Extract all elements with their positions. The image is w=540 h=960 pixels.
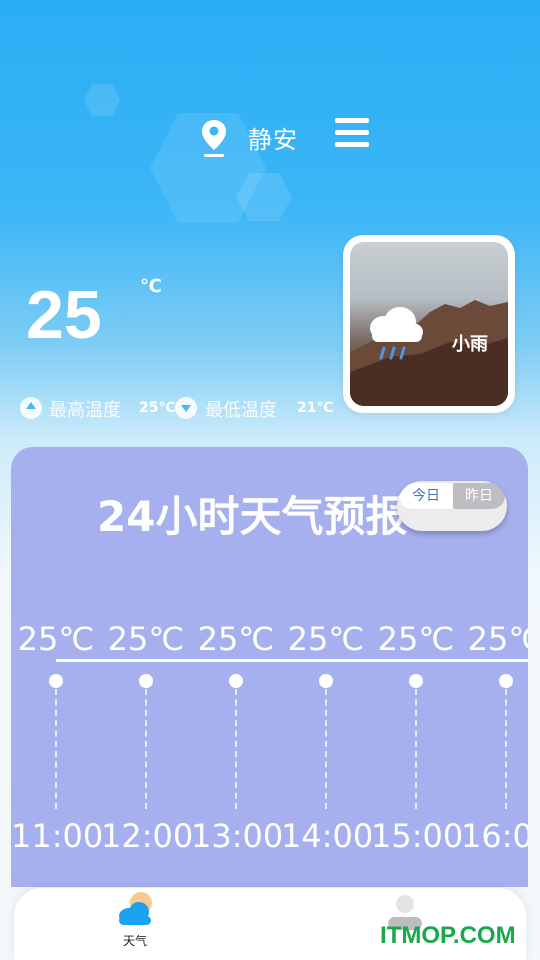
- location-header: 静安: [0, 112, 540, 162]
- menu-icon[interactable]: [335, 118, 369, 148]
- tab-weather[interactable]: 天气: [110, 890, 160, 952]
- tab-weather-label: 天气: [122, 934, 147, 948]
- temperature-unit: ℃: [140, 276, 162, 297]
- high-temp-label: 最高温度: [49, 400, 121, 421]
- hour-time: 11:00: [11, 817, 104, 855]
- hexagon-decoration: [236, 173, 292, 221]
- timeline-dot: [229, 674, 243, 688]
- hour-temperature: 25℃: [197, 620, 275, 658]
- timeline-dash: [55, 689, 57, 809]
- hour-temperature: 25℃: [467, 620, 528, 658]
- low-temp-label: 最低温度: [205, 400, 277, 421]
- hour-time: 15:00: [371, 817, 464, 855]
- hour-temperature: 25℃: [17, 620, 95, 658]
- timeline-dot: [319, 674, 333, 688]
- timeline-line: [56, 659, 528, 662]
- weather-condition-card: 小雨: [343, 235, 515, 413]
- hour-temperature: 25℃: [377, 620, 455, 658]
- current-temperature: 25: [26, 277, 102, 353]
- timeline-dash: [145, 689, 147, 809]
- timeline-dot: [409, 674, 423, 688]
- city-name[interactable]: 静安: [248, 120, 298, 155]
- hour-temperature: 25℃: [107, 620, 185, 658]
- timeline-dash: [325, 689, 327, 809]
- hour-time: 12:00: [101, 817, 194, 855]
- hourly-timeline[interactable]: 25℃ 11:00 25℃ 12:00 25℃ 13:00 25℃ 14:00 25℃ 15:00…: [11, 447, 528, 887]
- weather-photo: 小雨: [350, 242, 508, 406]
- arrow-down-icon: [175, 397, 197, 419]
- timeline-dot: [499, 674, 513, 688]
- hour-time: 14:00: [281, 817, 374, 855]
- hour-temperature: 25℃: [287, 620, 365, 658]
- timeline-dot: [49, 674, 63, 688]
- hour-time: 13:00: [191, 817, 284, 855]
- watermark: ITMOP.COM: [380, 922, 516, 949]
- low-temp-value: 21℃: [297, 400, 334, 416]
- hourly-forecast-panel: 24小时天气预报 今日 昨日 25℃ 11:00 25℃ 12:00 25℃ 13:00 2…: [11, 447, 528, 887]
- weather-tab-icon: [119, 892, 152, 925]
- timeline-dash: [505, 689, 507, 809]
- arrow-up-icon: [20, 397, 42, 419]
- hour-time: 16:00: [461, 817, 528, 855]
- timeline-dash: [235, 689, 237, 809]
- rain-cloud-icon: [370, 307, 423, 360]
- timeline-dot: [139, 674, 153, 688]
- high-temp-value: 25℃: [139, 400, 176, 416]
- weather-condition: 小雨: [452, 334, 488, 355]
- timeline-dash: [415, 689, 417, 809]
- location-pin-icon[interactable]: [200, 118, 228, 158]
